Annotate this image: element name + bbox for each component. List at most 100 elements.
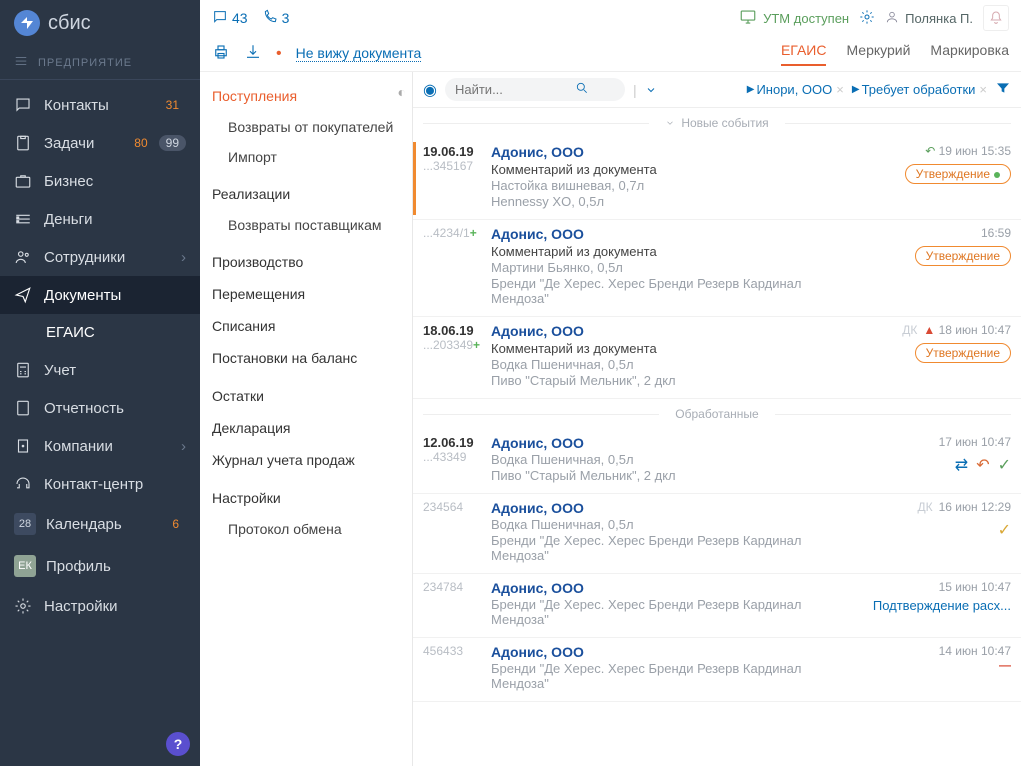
call-counter[interactable]: 3 [262,9,290,28]
tab-egais[interactable]: ЕГАИС [781,42,827,66]
new-section-label: Новые события [681,116,768,130]
status-pill[interactable]: Утверждение [905,164,1011,184]
nav-label: Календарь [46,516,161,533]
nav-calendar[interactable]: 28 Календарь 6 [0,503,200,545]
midnav-protocol[interactable]: Протокол обмена [200,514,412,544]
doc-number: ...4234/1+ [423,226,483,240]
separator-icon: | [633,82,637,98]
midnav-production[interactable]: Производство [200,246,412,278]
nav-tasks[interactable]: Задачи 80 99 [0,124,200,162]
doc-row[interactable]: 234564Адонис, ОООВодка Пшеничная, 0,5лБр… [413,494,1021,574]
status-pill[interactable]: Утверждение [915,343,1011,363]
nodoc-link[interactable]: Не вижу документа [296,45,422,62]
utm-status[interactable]: УТМ доступен [739,8,849,29]
notification-bell[interactable] [983,5,1009,31]
warning-icon: ▲ [923,323,935,337]
nav-settings[interactable]: Настройки [0,587,200,625]
tab-marking[interactable]: Маркировка [930,42,1009,66]
chat-bubble-icon [212,9,228,28]
nav-sub-egais[interactable]: ЕГАИС [46,314,200,351]
status-pill[interactable]: Утверждение [915,246,1011,266]
doc-row[interactable]: 456433 Адонис, ОООБренди "Де Херес. Херес… [413,638,1021,702]
search-icon[interactable] [575,81,589,98]
search-input[interactable] [455,82,575,97]
nav-contacts[interactable]: Контакты 31 [0,86,200,124]
avatar-icon: ЕК [14,555,36,577]
midnav-import[interactable]: Импорт [200,142,412,172]
doc-body: Адонис, ОООБренди "Де Херес. Херес Бренд… [483,580,861,627]
user-chip[interactable]: Полянка П. [885,10,973,27]
calculator-icon [14,361,32,379]
midnav-balance[interactable]: Постановки на баланс [200,342,412,374]
midnav-saleslog[interactable]: Журнал учета продаж [200,444,412,476]
nav-companies[interactable]: Компании › [0,427,200,465]
midnav-returns-buyers[interactable]: Возвраты от покупателей [200,112,412,142]
midnav-sales[interactable]: Реализации [200,178,412,210]
doc-right: ↶ 19 июн 15:35Утверждение [861,144,1011,209]
circle-dot-icon[interactable]: ◉ [423,80,437,100]
doc-row[interactable]: 234784Адонис, ОООБренди "Де Херес. Херес… [413,574,1021,638]
doc-product: Мартини Бьянко, 0,5л [491,260,861,275]
search-box[interactable] [445,78,625,101]
nav-accounting[interactable]: Учет [0,351,200,389]
print-icon[interactable] [212,43,230,64]
clear-icon[interactable]: × [979,82,987,97]
undo-icon[interactable]: ↶ [925,144,935,158]
doc-row[interactable]: 18.06.19...203349+Адонис, ОООКомментарий… [413,317,1021,399]
midnav-incoming[interactable]: Поступления [200,80,412,112]
state-filter[interactable]: ▶Требует обработки× [852,82,987,97]
money-icon [14,210,32,228]
doc-row[interactable]: 19.06.19...345167Адонис, ОООКомментарий … [413,138,1021,220]
doc-number: ...43349 [423,450,483,464]
chat-counter[interactable]: 43 [212,9,248,28]
nav-business[interactable]: Бизнес [0,162,200,200]
nav-money[interactable]: Деньги [0,200,200,238]
doc-product: Бренди "Де Херес. Херес Бренди Резерв Ка… [491,661,861,691]
doc-product: Пиво "Старый Мельник", 2 дкл [491,373,861,388]
undo-icon[interactable]: ↶ [976,455,989,475]
doc-right: ДК16 июн 12:29✓ [861,500,1011,563]
nav-documents[interactable]: Документы [0,276,200,314]
midnav-stock[interactable]: Остатки [200,380,412,412]
midnav-transfers[interactable]: Перемещения [200,278,412,310]
nav-label: Контакты [44,97,155,114]
doc-company: Адонис, ООО [491,644,861,660]
doc-company: Адонис, ООО [491,226,861,242]
nav-label: Контакт-центр [44,476,186,493]
clear-icon[interactable]: × [836,82,844,97]
doc-row[interactable]: 12.06.19...43349Адонис, ОООВодка Пшеничн… [413,429,1021,494]
transfer-icon[interactable]: ⇄ [955,455,968,475]
doc-comment: Комментарий из документа [491,244,861,259]
midnav-settings[interactable]: Настройки [200,482,412,514]
doc-number: 234784 [423,580,483,594]
nav-documents-sub: ЕГАИС [0,314,200,351]
building-icon [14,437,32,455]
filter-icon[interactable] [995,80,1011,99]
check-icon[interactable]: ✓ [998,520,1011,540]
doc-date-col: ...4234/1+ [423,226,483,306]
settings-icon[interactable] [859,9,875,28]
check-icon[interactable]: ✓ [998,455,1011,475]
doc-product: Бренди "Де Херес. Херес Бренди Резерв Ка… [491,533,861,563]
sort-dropdown[interactable] [645,84,657,96]
midnav-declaration[interactable]: Декларация [200,412,412,444]
nav-label: Учет [44,362,186,379]
enterprise-selector[interactable]: ПРЕДПРИЯТИЕ [0,46,200,80]
content: ◉ | ▶Инори, ООО× ▶Требует обработки× Нов… [413,72,1021,766]
doc-number: 456433 [423,644,483,658]
nav-employees[interactable]: Сотрудники › [0,238,200,276]
org-filter[interactable]: ▶Инори, ООО× [747,82,844,97]
download-icon[interactable] [244,43,262,64]
org-label: Инори, ООО [756,82,832,97]
midnav-returns-suppliers[interactable]: Возвраты поставщикам [200,210,412,240]
nav-profile[interactable]: ЕК Профиль [0,545,200,587]
help-button[interactable]: ? [166,732,190,756]
midnav-writeoffs[interactable]: Списания [200,310,412,342]
doc-row[interactable]: ...4234/1+ Адонис, ООО Комментарий из доку… [413,220,1021,317]
phone-icon [262,9,278,28]
tab-mercury[interactable]: Меркурий [846,42,910,66]
nav-contactcenter[interactable]: Контакт-центр [0,465,200,503]
doc-time: 15 июн 10:47 [861,580,1011,594]
nav-reports[interactable]: Отчетность [0,389,200,427]
doc-company: Адонис, ООО [491,144,861,160]
